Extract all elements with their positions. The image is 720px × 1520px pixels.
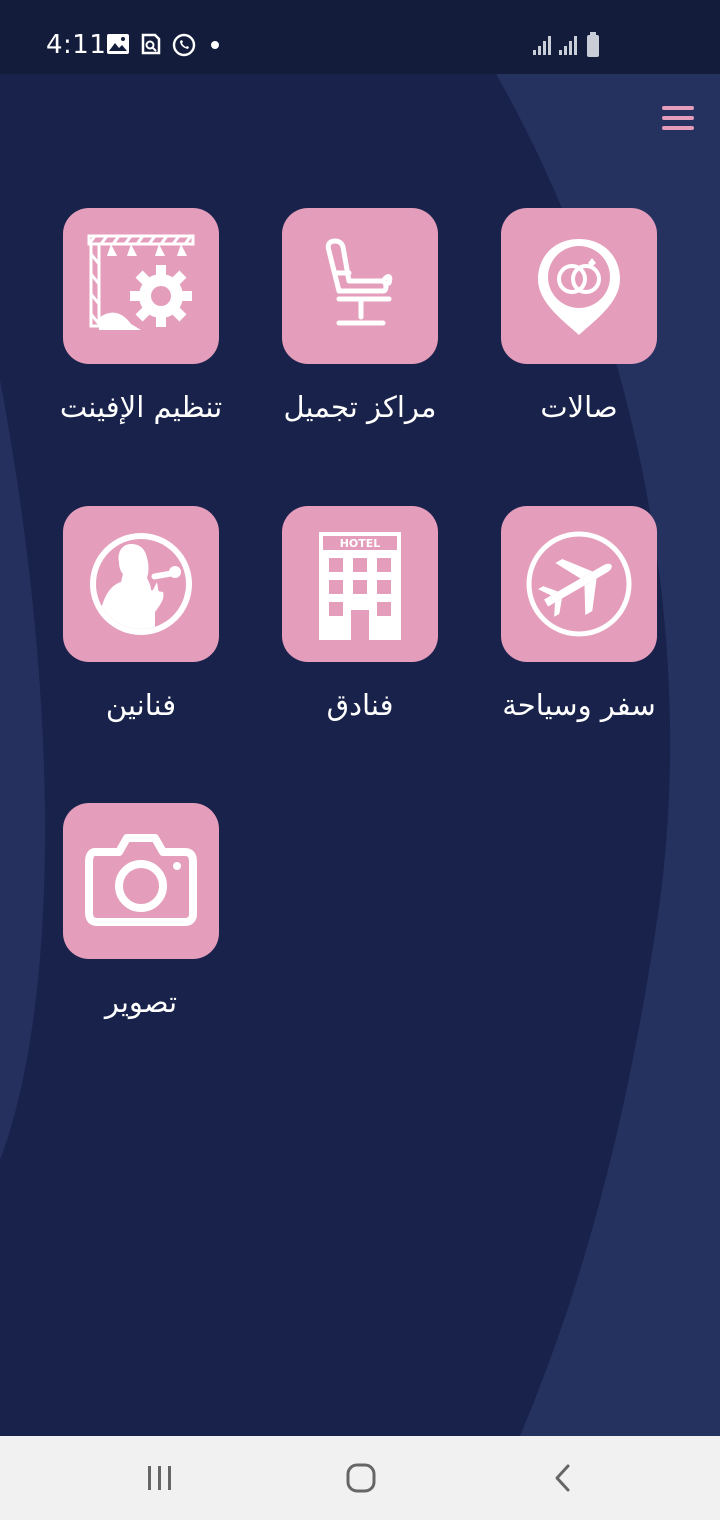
back-icon[interactable] (533, 1456, 593, 1500)
category-button-event-planning[interactable] (63, 208, 219, 364)
image-icon (107, 34, 129, 54)
category-button-hotels[interactable]: HOTEL (282, 506, 438, 662)
category-label: تصوير (104, 985, 178, 1019)
category-tile-hotels[interactable]: HOTEL فنادق (280, 506, 440, 722)
hotel-icon: HOTEL (319, 532, 401, 640)
category-tile-halls[interactable]: صالات (499, 208, 659, 424)
singer-icon (90, 533, 192, 635)
camera-icon (85, 834, 197, 926)
wedding-rings-location-icon (538, 239, 620, 335)
category-button-beauty-centers[interactable] (282, 208, 438, 364)
category-button-travel[interactable] (501, 506, 657, 662)
category-tile-beauty-centers[interactable]: مراكز تجميل (280, 208, 440, 424)
category-label: صالات (540, 390, 618, 424)
notification-dot-icon (211, 41, 219, 49)
svg-text:HOTEL: HOTEL (340, 537, 381, 550)
whatsapp-icon (172, 33, 196, 57)
category-label: مراكز تجميل (283, 390, 437, 424)
category-button-photography[interactable] (63, 803, 219, 959)
signal-icon (559, 36, 577, 55)
recent-apps-icon[interactable] (130, 1456, 190, 1500)
salon-chair-icon (325, 238, 393, 326)
stage-settings-icon (87, 234, 195, 330)
system-nav-bar (0, 1436, 720, 1520)
home-icon[interactable] (331, 1456, 391, 1500)
category-label: سفر وسياحة (502, 688, 656, 722)
hamburger-menu-icon[interactable] (656, 100, 700, 136)
status-time: 4:11 (46, 30, 107, 60)
signal-icon (533, 36, 551, 55)
airplane-icon (526, 531, 632, 637)
category-button-artists[interactable] (63, 506, 219, 662)
battery-icon (587, 32, 599, 57)
screen-search-icon (141, 33, 161, 55)
category-tile-photography[interactable]: تصوير (61, 803, 221, 1019)
category-label: تنظيم الإفينت (59, 390, 223, 424)
category-tile-event-planning[interactable]: تنظيم الإفينت (60, 208, 222, 424)
category-label: فنادق (326, 688, 394, 722)
status-bar: 4:11 (0, 0, 720, 74)
category-label: فنانين (105, 688, 177, 722)
category-tile-artists[interactable]: فنانين (61, 506, 221, 722)
category-tile-travel[interactable]: سفر وسياحة (499, 506, 659, 722)
category-button-halls[interactable] (501, 208, 657, 364)
